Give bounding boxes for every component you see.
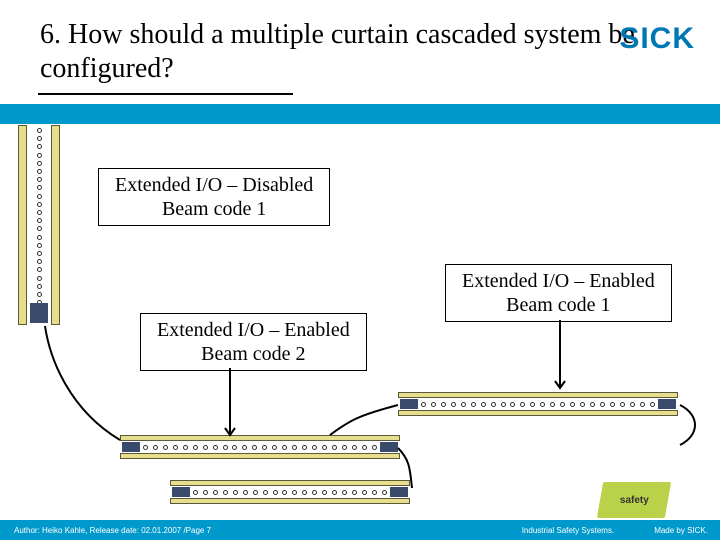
cable-connections [0, 0, 720, 540]
footer-brand: Made by SICK. [654, 526, 720, 535]
footer-author: Author: Heiko Kahle, Release date: 02.01… [0, 526, 522, 535]
footer-division: Industrial Safety Systems. [522, 526, 654, 535]
footer-bar: Author: Heiko Kahle, Release date: 02.01… [0, 520, 720, 540]
safety-label: safety [620, 495, 649, 506]
slide: 6. How should a multiple curtain cascade… [0, 0, 720, 540]
safety-badge: safety [597, 482, 671, 518]
